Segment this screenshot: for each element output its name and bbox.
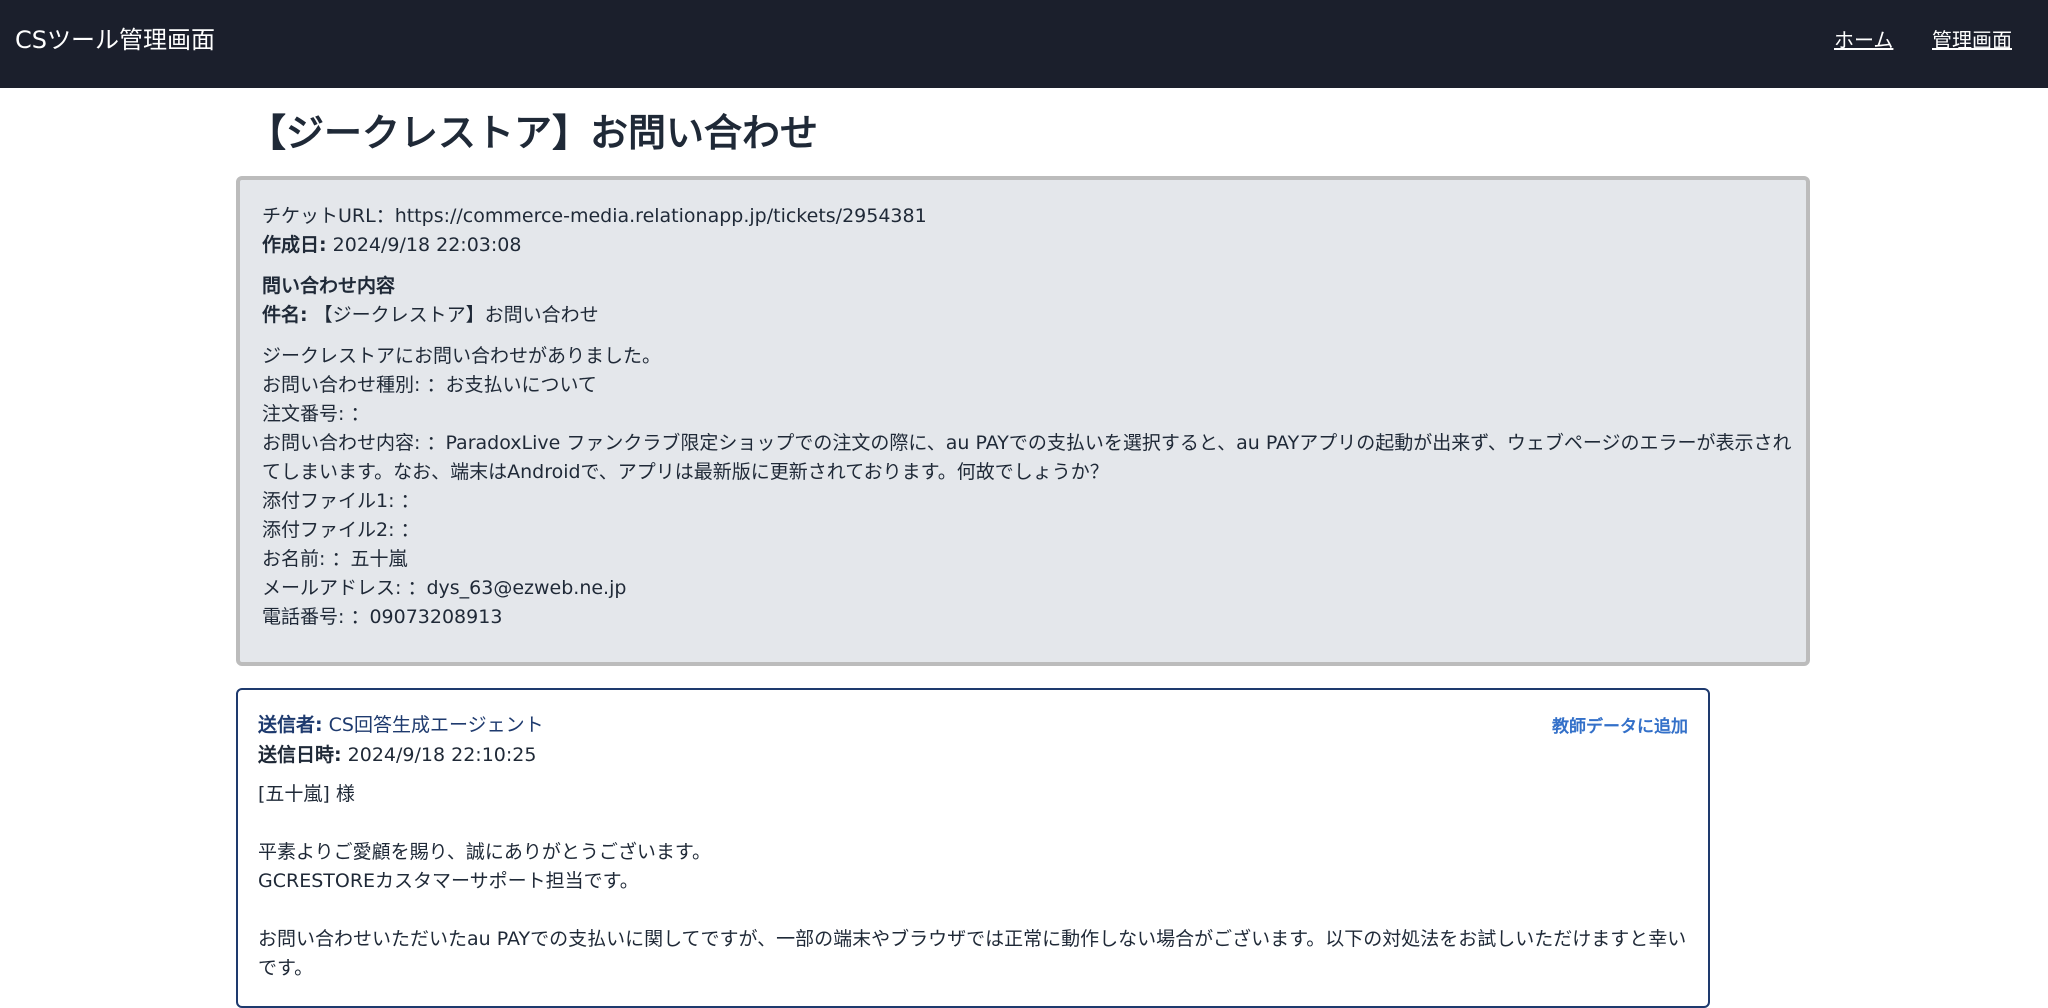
top-navbar: CSツール管理画面 ホーム 管理画面 bbox=[0, 0, 2048, 88]
nav-home-link[interactable]: ホーム bbox=[1834, 26, 1893, 54]
inquiry-line: メールアドレス: ：dys_63@ezweb.ne.jp bbox=[262, 577, 627, 599]
nav-admin-link[interactable]: 管理画面 bbox=[1932, 26, 2012, 54]
page-title: 【ジークレストア】お問い合わせ bbox=[248, 111, 819, 155]
sent-date-value: 2024/9/18 22:10:25 bbox=[347, 744, 537, 766]
app-brand: CSツール管理画面 bbox=[15, 26, 215, 54]
created-date-value: 2024/9/18 22:03:08 bbox=[332, 234, 522, 256]
subject-label: 件名: bbox=[262, 304, 308, 326]
subject-row: 件名: 【ジークレストア】お問い合わせ bbox=[262, 301, 1806, 330]
ticket-url: チケットURL：https://commerce-media.relationa… bbox=[262, 205, 927, 227]
created-date-label: 作成日: bbox=[262, 234, 327, 256]
message-line: お問い合わせいただいたau PAYでの支払いに関してですが、一部の端末やブラウザ… bbox=[258, 928, 1687, 979]
message-line: 平素よりご愛顧を賜り、誠にありがとうございます。 bbox=[258, 841, 711, 863]
inquiry-section-heading: 問い合わせ内容 bbox=[262, 275, 396, 297]
inquiry-line: 電話番号: ：09073208913 bbox=[262, 606, 503, 628]
inquiry-line: お問い合わせ内容: ：ParadoxLive ファンクラブ限定ショップでの注文の… bbox=[262, 432, 1792, 483]
inquiry-line: 添付ファイル2: ： bbox=[262, 519, 420, 541]
message-greeting: [五十嵐] 様 bbox=[258, 783, 355, 805]
add-teacher-data-button[interactable]: 教師データに追加 bbox=[1552, 712, 1688, 737]
sent-date-label: 送信日時: bbox=[258, 744, 342, 766]
sender-value: CS回答生成エージェント bbox=[328, 714, 544, 736]
subject-value: 【ジークレストア】お問い合わせ bbox=[313, 304, 599, 326]
sender-row: 送信者: CS回答生成エージェント bbox=[258, 710, 1688, 740]
ticket-details-panel: チケットURL：https://commerce-media.relationa… bbox=[236, 176, 1810, 666]
sender-label: 送信者: bbox=[258, 714, 323, 736]
inquiry-line: 注文番号: ： bbox=[262, 403, 370, 425]
reply-message-card: 教師データに追加 送信者: CS回答生成エージェント 送信日時: 2024/9/… bbox=[236, 688, 1710, 1008]
inquiry-line: お名前: ：五十嵐 bbox=[262, 548, 408, 570]
message-body: [五十嵐] 様 平素よりご愛顧を賜り、誠にありがとうございます。 GCRESTO… bbox=[258, 780, 1688, 983]
inquiry-line: ジークレストアにお問い合わせがありました。 bbox=[262, 345, 662, 367]
inquiry-line: お問い合わせ種別: ：お支払いについて bbox=[262, 374, 597, 396]
inquiry-line: 添付ファイル1: ： bbox=[262, 490, 420, 512]
created-date-row: 作成日: 2024/9/18 22:03:08 bbox=[262, 231, 1806, 260]
sent-date-row: 送信日時: 2024/9/18 22:10:25 bbox=[258, 740, 1688, 770]
inquiry-body: ジークレストアにお問い合わせがありました。 お問い合わせ種別: ：お支払いについ… bbox=[262, 342, 1806, 632]
message-line: GCRESTOREカスタマーサポート担当です。 bbox=[258, 870, 639, 892]
